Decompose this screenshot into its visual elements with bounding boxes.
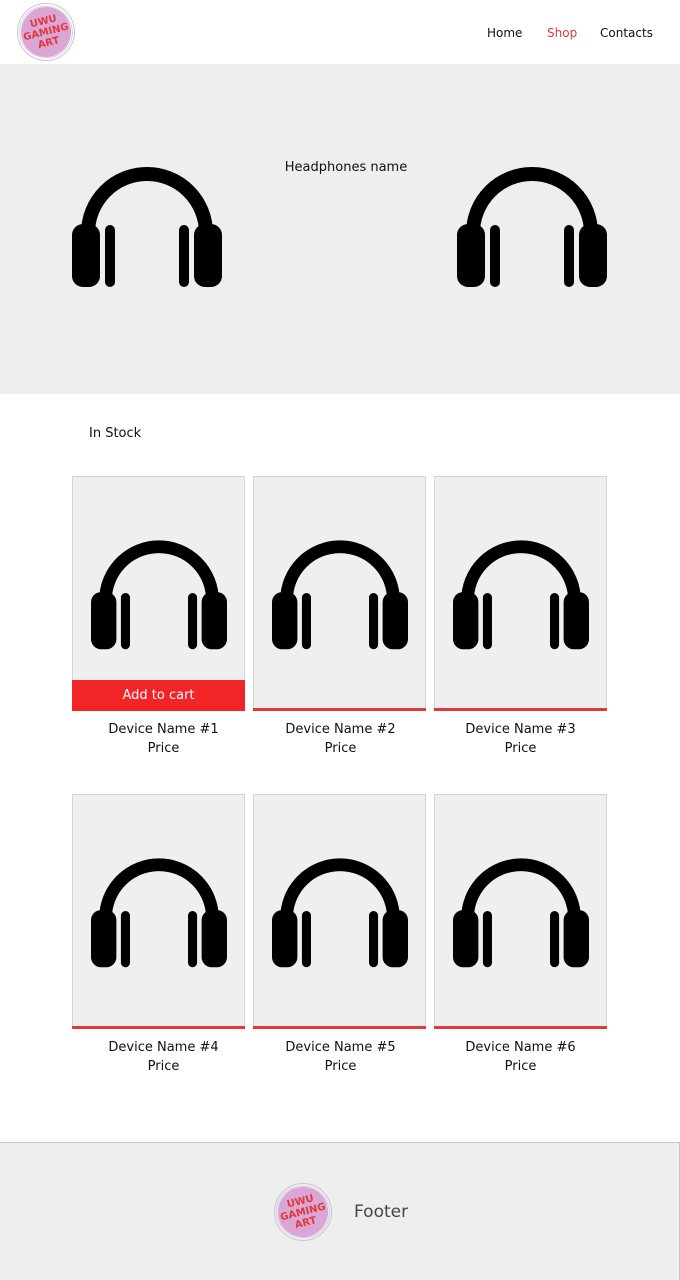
product-caption: Device Name #6 Price (434, 1038, 607, 1076)
headphones-icon (91, 847, 227, 975)
product-name[interactable]: Device Name #1 (77, 720, 250, 739)
product-name[interactable]: Device Name #5 (254, 1038, 427, 1057)
product-card[interactable] (253, 476, 426, 711)
headphones-icon (272, 529, 408, 657)
product-name[interactable]: Device Name #3 (434, 720, 607, 739)
product-card[interactable]: Add to cart (72, 476, 245, 711)
nav-home[interactable]: Home (487, 26, 522, 44)
logo-text: UWU GAMING ART (279, 1192, 327, 1231)
headphones-icon (453, 529, 589, 657)
footer-label: Footer (354, 1202, 409, 1222)
site-footer: UWU GAMING ART Footer (0, 1142, 680, 1280)
nav-shop[interactable]: Shop (547, 26, 577, 44)
product-price: Price (147, 1059, 180, 1074)
product-price: Price (147, 741, 180, 756)
logo-text: UWU GAMING ART (22, 12, 70, 51)
logo[interactable]: UWU GAMING ART (11, 0, 81, 66)
headphones-icon (453, 847, 589, 975)
nav-contacts[interactable]: Contacts (600, 26, 653, 44)
product-price: Price (324, 1059, 357, 1074)
product-price: Price (504, 1059, 537, 1074)
headphones-icon (91, 529, 227, 657)
add-to-cart-button[interactable]: Add to cart (72, 680, 245, 711)
card-accent-bar (72, 1026, 245, 1029)
product-caption: Device Name #3 Price (434, 720, 607, 758)
product-name[interactable]: Device Name #6 (434, 1038, 607, 1057)
card-accent-bar (253, 708, 426, 711)
card-accent-bar (434, 1026, 607, 1029)
product-caption: Device Name #5 Price (254, 1038, 427, 1076)
headphones-icon (72, 161, 222, 289)
product-caption: Device Name #1 Price (77, 720, 250, 758)
site-header: UWU GAMING ART Home Shop Contacts (0, 0, 680, 66)
product-name[interactable]: Device Name #4 (77, 1038, 250, 1057)
product-caption: Device Name #2 Price (254, 720, 427, 758)
hero-banner: Headphones name (0, 64, 680, 394)
product-card[interactable] (434, 794, 607, 1029)
product-caption: Device Name #4 Price (77, 1038, 250, 1076)
product-name[interactable]: Device Name #2 (254, 720, 427, 739)
product-card[interactable] (72, 794, 245, 1029)
card-accent-bar (434, 708, 607, 711)
product-price: Price (504, 741, 537, 756)
section-title-in-stock: In Stock (89, 426, 142, 441)
footer-logo[interactable]: UWU GAMING ART (268, 1178, 338, 1246)
card-accent-bar (253, 1026, 426, 1029)
product-price: Price (324, 741, 357, 756)
product-card[interactable] (434, 476, 607, 711)
headphones-icon (457, 161, 607, 289)
headphones-icon (272, 847, 408, 975)
product-card[interactable] (253, 794, 426, 1029)
